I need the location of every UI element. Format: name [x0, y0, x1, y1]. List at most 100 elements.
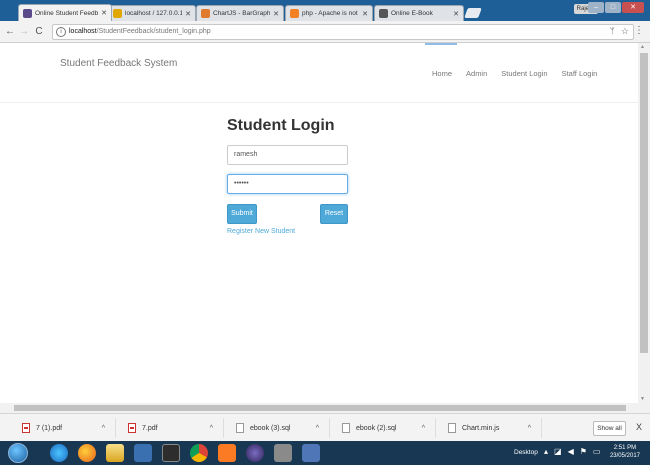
close-downloads-bar-icon[interactable]: X — [636, 422, 642, 432]
chevron-up-icon[interactable]: ^ — [316, 425, 319, 432]
volume-icon[interactable]: ◀ — [568, 447, 574, 456]
nav-staff-login[interactable]: Staff Login — [562, 69, 598, 78]
downloads-bar: 7 (1).pdf ^ 7.pdf ^ ebook (3).sql ^ eboo… — [0, 413, 650, 441]
browser-menu-icon[interactable]: ⋮ — [634, 25, 644, 36]
site-favicon-icon — [23, 8, 32, 18]
eclipse-icon[interactable] — [246, 444, 264, 462]
windows-taskbar: Desktop ▴ ◪ ◀ ⚑ ▭ 2:51 PM 23/05/2017 — [0, 441, 650, 465]
task-manager-icon[interactable] — [302, 444, 320, 462]
omnibox-icons: ᛘ ☆ — [610, 26, 629, 37]
scroll-down-icon[interactable]: ▼ — [640, 396, 645, 402]
window-controls: – □ ✕ — [587, 2, 644, 13]
close-tab-icon[interactable]: ✕ — [185, 10, 191, 18]
chevron-up-icon[interactable]: ▴ — [544, 447, 548, 456]
nav-links: Home Admin Student Login Staff Login — [432, 69, 597, 78]
reset-button[interactable]: Reset — [320, 204, 348, 224]
tab-online-ebook[interactable]: Online E-Book ✕ — [374, 5, 464, 21]
download-filename: ebook (3).sql — [250, 424, 291, 432]
browser-tab-strip: Online Student Feedbac ✕ localhost / 127… — [0, 0, 650, 21]
desktop-toolbar-label[interactable]: Desktop — [514, 449, 538, 456]
firefox-icon[interactable] — [78, 444, 96, 462]
scrollbar-thumb[interactable] — [640, 53, 648, 353]
browser-toolbar: ← → C i localhost/StudentFeedback/studen… — [0, 21, 650, 43]
tab-stackoverflow-php[interactable]: php - Apache is not runn ✕ — [285, 5, 373, 21]
taskbar-clock[interactable]: 2:51 PM 23/05/2017 — [610, 444, 640, 460]
site-navbar: Student Feedback System Home Admin Stude… — [0, 43, 638, 103]
tab-online-student-feedback[interactable]: Online Student Feedbac ✕ — [18, 4, 112, 21]
nav-student-login[interactable]: Student Login — [501, 69, 547, 78]
horizontal-scrollbar[interactable] — [0, 403, 650, 413]
tab-localhost-phpmyadmin[interactable]: localhost / 127.0.0.1 / fe ✕ — [108, 5, 196, 21]
phpmyadmin-favicon-icon — [113, 9, 122, 18]
download-item[interactable]: ebook (3).sql ^ — [228, 418, 330, 438]
close-window-button[interactable]: ✕ — [622, 2, 644, 13]
username-field[interactable]: ramesh — [227, 145, 348, 165]
tab-title: localhost / 127.0.0.1 / fe — [125, 10, 183, 17]
address-bar[interactable]: i localhost/StudentFeedback/student_logi… — [52, 24, 634, 40]
close-tab-icon[interactable]: ✕ — [453, 10, 459, 18]
pdf-file-icon — [22, 423, 30, 433]
download-item[interactable]: 7.pdf ^ — [120, 418, 224, 438]
download-item[interactable]: ebook (2).sql ^ — [334, 418, 436, 438]
network-icon[interactable]: ◪ — [554, 447, 562, 456]
maximize-button[interactable]: □ — [605, 2, 621, 13]
file-explorer-icon[interactable] — [106, 444, 124, 462]
download-filename: 7.pdf — [142, 424, 158, 432]
close-tab-icon[interactable]: ✕ — [362, 10, 368, 18]
file-icon — [448, 423, 456, 433]
back-button[interactable]: ← — [4, 25, 16, 39]
nav-admin[interactable]: Admin — [466, 69, 487, 78]
submit-button[interactable]: Submit — [227, 204, 257, 224]
chevron-up-icon[interactable]: ^ — [102, 425, 105, 432]
vertical-scrollbar[interactable]: ▲ ▼ — [638, 43, 650, 403]
password-field[interactable]: •••••• — [227, 174, 348, 194]
download-filename: 7 (1).pdf — [36, 424, 63, 432]
forward-button[interactable]: → — [18, 25, 30, 39]
download-filename: ebook (2).sql — [356, 424, 397, 432]
download-filename: Chart.min.js — [462, 424, 500, 432]
tab-title: ChartJS - BarGraph — [213, 10, 271, 17]
chevron-up-icon[interactable]: ^ — [528, 425, 531, 432]
clock-time: 2:51 PM — [613, 445, 637, 451]
tab-title: Online E-Book — [391, 10, 433, 17]
tab-chartjs-bargraph[interactable]: ChartJS - BarGraph ✕ — [196, 5, 284, 21]
start-button[interactable] — [8, 443, 28, 463]
system-tray: ▴ ◪ ◀ ⚑ ▭ — [544, 447, 600, 456]
file-icon — [342, 423, 350, 433]
page-favicon-icon — [379, 9, 388, 18]
page-title: Student Login — [227, 117, 335, 134]
tab-title: php - Apache is not runn — [302, 10, 359, 17]
info-icon[interactable]: i — [56, 27, 66, 37]
bookmark-star-icon[interactable]: ☆ — [621, 26, 629, 37]
close-tab-icon[interactable]: ✕ — [101, 9, 107, 17]
media-player-icon[interactable] — [134, 444, 152, 462]
reload-button[interactable]: C — [33, 25, 45, 39]
chrome-icon[interactable] — [190, 444, 208, 462]
scrollbar-thumb[interactable] — [14, 405, 626, 411]
pdf-file-icon — [128, 423, 136, 433]
tab-title: Online Student Feedbac — [35, 9, 99, 17]
new-tab-button[interactable] — [464, 8, 482, 18]
nav-home[interactable]: Home — [432, 69, 452, 78]
minimize-button[interactable]: – — [588, 2, 604, 13]
register-new-student-link[interactable]: Register New Student — [227, 228, 295, 235]
extension-icon[interactable]: ᛘ — [610, 26, 615, 37]
close-tab-icon[interactable]: ✕ — [273, 10, 279, 18]
show-all-downloads-button[interactable]: Show all — [593, 421, 626, 436]
internet-explorer-icon[interactable] — [50, 444, 68, 462]
file-icon — [236, 423, 244, 433]
xampp-icon[interactable] — [218, 444, 236, 462]
settings-app-icon[interactable] — [274, 444, 292, 462]
download-item[interactable]: 7 (1).pdf ^ — [14, 418, 116, 438]
page-viewport: Student Feedback System Home Admin Stude… — [0, 43, 638, 403]
site-brand[interactable]: Student Feedback System — [60, 58, 177, 69]
chevron-up-icon[interactable]: ^ — [422, 425, 425, 432]
download-item[interactable]: Chart.min.js ^ — [440, 418, 542, 438]
stackoverflow-favicon-icon — [290, 9, 299, 18]
action-center-icon[interactable]: ▭ — [593, 447, 601, 456]
flag-icon[interactable]: ⚑ — [580, 447, 587, 456]
scroll-up-icon[interactable]: ▲ — [640, 44, 645, 50]
app-icon[interactable] — [162, 444, 180, 462]
active-nav-indicator — [425, 43, 457, 45]
chevron-up-icon[interactable]: ^ — [210, 425, 213, 432]
